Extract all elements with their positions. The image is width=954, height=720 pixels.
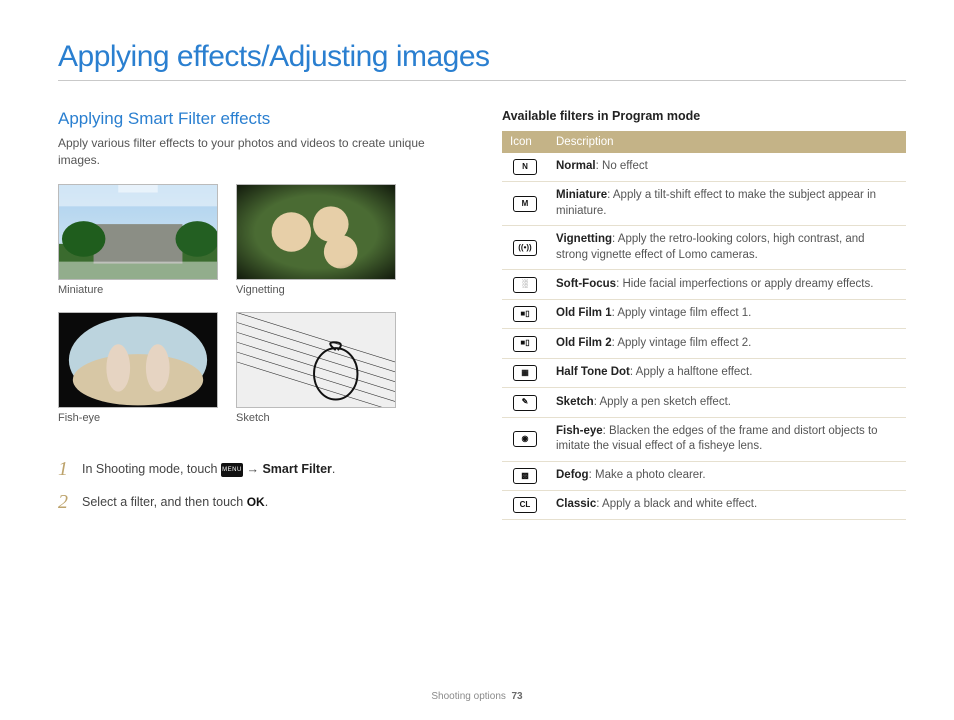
table-row: CL Classic: Apply a black and white effec… bbox=[502, 490, 906, 519]
menu-icon: MENU bbox=[221, 463, 243, 477]
step-text: In Shooting mode, touch MENU → Smart Fil… bbox=[82, 462, 335, 477]
filter-desc-cell: Half Tone Dot: Apply a halftone effect. bbox=[548, 358, 906, 387]
thumb-fisheye bbox=[58, 312, 218, 408]
table-row: ✎ Sketch: Apply a pen sketch effect. bbox=[502, 388, 906, 417]
table-row: ▦ Half Tone Dot: Apply a halftone effect. bbox=[502, 358, 906, 387]
filter-icon: ■▯ bbox=[513, 306, 537, 322]
table-header-icon: Icon bbox=[502, 131, 548, 153]
filter-icon-cell: N bbox=[502, 153, 548, 182]
filter-icon: ▩ bbox=[513, 468, 537, 484]
filter-desc-cell: Classic: Apply a black and white effect. bbox=[548, 490, 906, 519]
filter-icon-cell: M bbox=[502, 182, 548, 226]
filter-icon-cell: ░ bbox=[502, 270, 548, 299]
section-subhead: Applying Smart Filter effects bbox=[58, 109, 458, 129]
filter-icon-cell: ▦ bbox=[502, 358, 548, 387]
filters-table: Icon Description N Normal: No effect M Mini… bbox=[502, 131, 906, 520]
thumb-caption: Vignetting bbox=[236, 284, 396, 296]
filter-icon-cell: CL bbox=[502, 490, 548, 519]
filter-desc-cell: Vignetting: Apply the retro-looking colo… bbox=[548, 226, 906, 270]
filter-desc-cell: Old Film 1: Apply vintage film effect 1. bbox=[548, 299, 906, 328]
table-row: ((•)) Vignetting: Apply the retro-looking… bbox=[502, 226, 906, 270]
table-row: ◉ Fish-eye: Blacken the edges of the fram… bbox=[502, 417, 906, 461]
steps-list: 1 In Shooting mode, touch MENU → Smart F… bbox=[58, 458, 458, 514]
filter-icon-cell: ◉ bbox=[502, 417, 548, 461]
step-number: 1 bbox=[58, 458, 72, 481]
step-number: 2 bbox=[58, 491, 72, 514]
filter-icon-cell: ((•)) bbox=[502, 226, 548, 270]
filter-icon-cell: ■▯ bbox=[502, 299, 548, 328]
table-row: ■▯ Old Film 1: Apply vintage film effect … bbox=[502, 299, 906, 328]
filter-icon: ■▯ bbox=[513, 336, 537, 352]
thumb-caption: Miniature bbox=[58, 284, 218, 296]
filter-desc-cell: Miniature: Apply a tilt-shift effect to … bbox=[548, 182, 906, 226]
filter-icon: ((•)) bbox=[513, 240, 537, 256]
table-row: ▩ Defog: Make a photo clearer. bbox=[502, 461, 906, 490]
table-header-desc: Description bbox=[548, 131, 906, 153]
ok-icon: OK bbox=[247, 495, 265, 509]
thumb-vignetting bbox=[236, 184, 396, 280]
filter-icon-cell: ✎ bbox=[502, 388, 548, 417]
table-row: ■▯ Old Film 2: Apply vintage film effect … bbox=[502, 329, 906, 358]
filter-icon: ░ bbox=[513, 277, 537, 293]
thumbnail-grid: Miniature Vignetting bbox=[58, 184, 458, 436]
section-intro: Apply various filter effects to your pho… bbox=[58, 135, 458, 170]
right-column: Available filters in Program mode Icon D… bbox=[502, 109, 906, 524]
filter-icon: ▦ bbox=[513, 365, 537, 381]
filter-desc-cell: Soft-Focus: Hide facial imperfections or… bbox=[548, 270, 906, 299]
thumb-sketch bbox=[236, 312, 396, 408]
step-2: 2 Select a filter, and then touch OK. bbox=[58, 491, 458, 514]
table-row: M Miniature: Apply a tilt-shift effect to… bbox=[502, 182, 906, 226]
footer-section: Shooting options bbox=[431, 691, 506, 702]
step-text: Select a filter, and then touch OK. bbox=[82, 495, 268, 509]
filters-table-title: Available filters in Program mode bbox=[502, 109, 906, 123]
table-row: N Normal: No effect bbox=[502, 153, 906, 182]
table-row: ░ Soft-Focus: Hide facial imperfections o… bbox=[502, 270, 906, 299]
step-1: 1 In Shooting mode, touch MENU → Smart F… bbox=[58, 458, 458, 481]
filter-icon: N bbox=[513, 159, 537, 175]
thumb-caption: Sketch bbox=[236, 412, 396, 424]
page-footer: Shooting options 73 bbox=[0, 691, 954, 702]
filter-icon-cell: ■▯ bbox=[502, 329, 548, 358]
left-column: Applying Smart Filter effects Apply vari… bbox=[58, 109, 458, 524]
filter-icon: ✎ bbox=[513, 395, 537, 411]
filter-desc-cell: Fish-eye: Blacken the edges of the frame… bbox=[548, 417, 906, 461]
filter-icon: ◉ bbox=[513, 431, 537, 447]
filter-desc-cell: Old Film 2: Apply vintage film effect 2. bbox=[548, 329, 906, 358]
filter-desc-cell: Sketch: Apply a pen sketch effect. bbox=[548, 388, 906, 417]
filter-icon: CL bbox=[513, 497, 537, 513]
thumb-miniature bbox=[58, 184, 218, 280]
page-title: Applying effects/Adjusting images bbox=[58, 40, 906, 81]
filter-desc-cell: Normal: No effect bbox=[548, 153, 906, 182]
page-number: 73 bbox=[511, 691, 522, 702]
thumb-caption: Fish-eye bbox=[58, 412, 218, 424]
filter-icon-cell: ▩ bbox=[502, 461, 548, 490]
filter-desc-cell: Defog: Make a photo clearer. bbox=[548, 461, 906, 490]
filter-icon: M bbox=[513, 196, 537, 212]
